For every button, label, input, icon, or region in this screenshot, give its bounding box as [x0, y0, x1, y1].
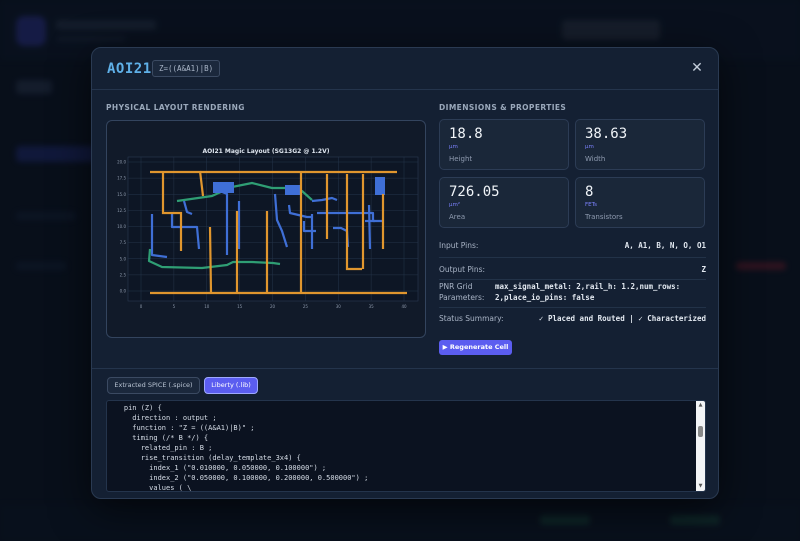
via [375, 177, 385, 195]
area-value: 726.05 [449, 184, 500, 200]
pnr-grid-value-line1: max_signal_metal: 2,rail_h: 1.2,num_rows… [495, 282, 681, 291]
x-tick-label: 40 [401, 304, 407, 309]
pnr-grid-value-line2: 2,place_io_pins: false [495, 293, 595, 302]
section-divider [92, 368, 718, 369]
status-label: Status Summary: [439, 314, 504, 323]
code-line: timing (/* B */) { [107, 434, 209, 442]
code-scrollbar[interactable]: ▲ ▼ [696, 401, 705, 491]
cell-function-badge: Z=((A&A1)|B) [152, 60, 221, 77]
input-pins-value: A, A1, B, N, O, O1 [624, 241, 706, 250]
scroll-thumb[interactable] [698, 426, 703, 437]
code-line: index_2 ("0.050000, 0.100000, 0.200000, … [107, 474, 369, 482]
modal-header: AOI21 Z=((A&A1)|B) ✕ [92, 48, 718, 90]
pnr-grid-label: PNR Grid [439, 282, 473, 291]
y-tick-label: 2.5 [120, 272, 127, 277]
input-pins-label: Input Pins: [439, 241, 479, 250]
x-tick-label: 0 [140, 304, 143, 309]
x-tick-label: 20 [270, 304, 276, 309]
width-label: Width [585, 155, 606, 163]
width-card: 38.63 µm Width [575, 119, 705, 170]
via [213, 182, 234, 193]
route-orange [208, 226, 213, 294]
route-blue [367, 204, 372, 250]
layout-svg: 20.0 17.5 15.0 12.5 10.0 7.5 5.0 2.5 0.0 0 5 10 15 2… [117, 156, 419, 309]
status-row: Status Summary: ✓ Placed and Routed | ✓ … [439, 308, 706, 329]
area-card: 726.05 µm² Area [439, 177, 569, 228]
y-tick-label: 0.0 [120, 289, 127, 294]
scroll-up-icon[interactable]: ▲ [696, 401, 705, 410]
y-tick-label: 12.5 [117, 208, 126, 213]
tab-liberty[interactable]: Liberty (.lib) [204, 377, 258, 394]
x-tick-label: 5 [173, 304, 176, 309]
area-label: Area [449, 213, 466, 221]
y-tick-label: 15.0 [117, 192, 126, 197]
status-value: ✓ Placed and Routed | ✓ Characterized [538, 314, 706, 323]
code-line: index_1 ("0.010000, 0.050000, 0.100000")… [107, 464, 327, 472]
close-icon[interactable]: ✕ [688, 59, 706, 77]
tab-spice[interactable]: Extracted SPICE (.spice) [107, 377, 200, 394]
code-viewer[interactable]: pin (Z) { direction : output ; function … [106, 400, 706, 492]
y-tick-label: 17.5 [117, 176, 126, 181]
via [285, 185, 301, 195]
output-pins-label: Output Pins: [439, 265, 486, 274]
code-line: values ( \ [107, 484, 192, 492]
scroll-down-icon[interactable]: ▼ [696, 482, 705, 491]
x-tick-label: 30 [336, 304, 342, 309]
transistors-value: 8 [585, 184, 594, 200]
y-tick-label: 20.0 [117, 160, 126, 165]
width-value: 38.63 [585, 126, 628, 142]
plot-area [127, 156, 419, 302]
cell-detail-modal: AOI21 Z=((A&A1)|B) ✕ PHYSICAL LAYOUT REN… [91, 47, 719, 499]
y-tick-labels: 20.0 17.5 15.0 12.5 10.0 7.5 5.0 2.5 0.0 [117, 160, 126, 294]
transistors-unit: FETs [585, 202, 597, 208]
height-unit: µm [449, 144, 458, 150]
height-label: Height [449, 155, 473, 163]
input-pins-row: Input Pins: A, A1, B, N, O, O1 [439, 237, 706, 258]
transistors-card: 8 FETs Transistors [575, 177, 705, 228]
code-line: direction : output ; [107, 414, 217, 422]
code-line: rise_transition (delay_template_3x4) { [107, 454, 301, 462]
layout-section-title: PHYSICAL LAYOUT RENDERING [106, 103, 245, 112]
x-tick-labels: 0 5 10 15 20 25 30 35 40 [140, 304, 407, 309]
height-card: 18.8 µm Height [439, 119, 569, 170]
x-tick-label: 15 [237, 304, 243, 309]
y-tick-label: 5.0 [120, 256, 127, 261]
x-tick-label: 10 [204, 304, 210, 309]
width-unit: µm [585, 144, 594, 150]
transistors-label: Transistors [585, 213, 623, 221]
cell-name: AOI21 [107, 61, 152, 77]
code-line: related_pin : B ; [107, 444, 213, 452]
pnr-parameters-label: Parameters: [439, 293, 485, 302]
properties-section-title: DIMENSIONS & PROPERTIES [439, 103, 567, 112]
regenerate-button[interactable]: ▶ Regenerate Cell [439, 340, 512, 355]
code-line: pin (Z) { [107, 404, 162, 412]
pnr-grid-row: PNR Grid Parameters: max_signal_metal: 2… [439, 280, 706, 308]
area-unit: µm² [449, 202, 461, 208]
x-tick-label: 35 [369, 304, 375, 309]
height-value: 18.8 [449, 126, 483, 142]
y-tick-label: 7.5 [120, 240, 127, 245]
x-tick-label: 25 [303, 304, 309, 309]
code-line: function : "Z = ((A&A1)|B)" ; [107, 424, 255, 432]
y-tick-label: 10.0 [117, 224, 126, 229]
output-pins-value: Z [701, 265, 706, 274]
layout-plot: AOI21 Magic Layout (SG13G2 @ 1.2V) 20.0 … [106, 120, 426, 338]
output-pins-row: Output Pins: Z [439, 258, 706, 280]
